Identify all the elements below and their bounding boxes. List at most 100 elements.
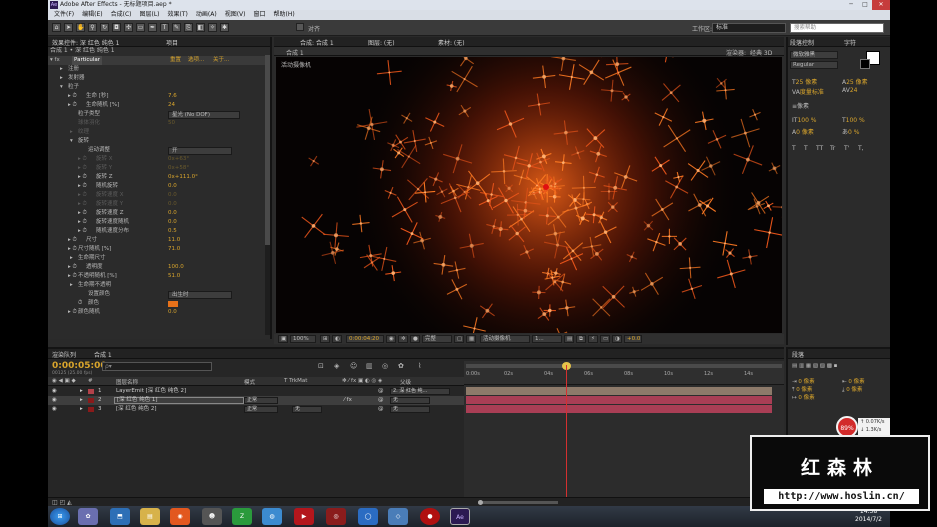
row-opacity-random[interactable]: ▸ ⏱ 不透明随机 [%] 51.0: [48, 272, 266, 281]
rotate-z-value[interactable]: 0x+111.0°: [168, 173, 198, 182]
menu-composition[interactable]: 合成(C): [107, 10, 136, 20]
selection-tool-icon[interactable]: ➤: [64, 23, 73, 32]
timeline-graph[interactable]: 0:00s 02s 04s 06s 08s 10s 12s 14s: [464, 361, 784, 506]
always-preview-icon[interactable]: ▣: [278, 335, 288, 343]
row-texture[interactable]: ▸ 纹理: [48, 128, 266, 137]
tracking[interactable]: AV24: [842, 87, 857, 94]
row-rot-speed-z[interactable]: ▸ ⏱ 旋转速度 Z 0.0: [48, 209, 266, 218]
options-link[interactable]: 选项...: [188, 56, 204, 65]
text-tool-icon[interactable]: T: [160, 23, 169, 32]
channel-icon[interactable]: ●: [410, 335, 420, 343]
toggle-pixel-icon[interactable]: ▤: [564, 335, 574, 343]
comp-mini-flowchart-icon[interactable]: ⊡: [318, 362, 324, 370]
rotate-tool-icon[interactable]: ↻: [100, 23, 109, 32]
exposure-value[interactable]: +0.0: [624, 335, 642, 343]
menu-effect[interactable]: 效果(T): [164, 10, 192, 20]
draft-3d-icon[interactable]: ◈: [334, 362, 339, 370]
brainstorm-icon[interactable]: ✿: [398, 362, 404, 370]
current-timecode[interactable]: 0:00:04:20: [346, 335, 384, 343]
pan-behind-tool-icon[interactable]: ✣: [124, 23, 133, 32]
pen-tool-icon[interactable]: ✒: [148, 23, 157, 32]
layer-duration-bar[interactable]: [466, 405, 772, 413]
color-swatch[interactable]: [168, 301, 178, 307]
region-icon[interactable]: ▢: [454, 335, 464, 343]
start-button[interactable]: ⊞: [50, 508, 70, 525]
indent-right[interactable]: ⇤ 0 像素: [842, 377, 865, 385]
timeline-layer-row[interactable]: ◉ ▸ 2 [深 红色 纯色 1] 正常 ⁄ fx @ 无: [48, 396, 464, 405]
show-snapshot-icon[interactable]: ✲: [398, 335, 408, 343]
parent-icon[interactable]: @: [378, 396, 384, 405]
camera-tool-icon[interactable]: ◘: [112, 23, 121, 32]
folder-icon[interactable]: ▤: [140, 508, 160, 525]
row-set-color[interactable]: 设置颜色 出生时: [48, 290, 266, 299]
particle-type-select[interactable]: 星光 (No DOF): [168, 111, 240, 119]
row-sphere-feather[interactable]: 球体羽化 50: [48, 119, 266, 128]
renderer-value[interactable]: 经典 3D: [750, 48, 772, 57]
toggle-switches-icon[interactable]: ◫ ◰ ◭: [52, 499, 72, 506]
font-style-select[interactable]: Regular: [790, 61, 838, 69]
menu-animation[interactable]: 动画(A): [192, 10, 221, 20]
clone-tool-icon[interactable]: ⎘: [184, 23, 193, 32]
taskbar-app-icon[interactable]: ⬒: [110, 508, 130, 525]
snapshot-icon[interactable]: ◉: [386, 335, 396, 343]
row-particle-type[interactable]: 粒子类型 星光 (No DOF): [48, 110, 266, 119]
kerning[interactable]: VA度量标准: [792, 87, 824, 96]
workspace-select[interactable]: 标准: [712, 23, 786, 33]
row-opacity-over-life[interactable]: ▸ 生命期不透明: [48, 281, 266, 290]
tab-paragraph[interactable]: 段落: [792, 350, 804, 359]
frame-blending-icon[interactable]: ▥: [366, 362, 373, 370]
blend-mode-select[interactable]: 正常: [244, 397, 278, 404]
taskbar-app-icon[interactable]: ▶: [294, 508, 314, 525]
effect-header-row[interactable]: ▾ fx Particular 重置 选项... 关于...: [48, 56, 266, 65]
style-all-caps[interactable]: TT: [816, 145, 823, 152]
row-rot-speed-random[interactable]: ▸ ⏱ 旋转速度随机 0.0: [48, 218, 266, 227]
motion-adjust-select[interactable]: 开: [168, 147, 232, 155]
visibility-icon[interactable]: ◉: [52, 396, 57, 405]
font-family-select[interactable]: 微软雅黑: [790, 51, 838, 59]
layer-name[interactable]: [深 红色 纯色 1]: [114, 397, 244, 404]
minimize-button[interactable]: ─: [844, 0, 858, 10]
tab-comp-1[interactable]: 合成 1: [94, 350, 112, 359]
work-area-bar[interactable]: [466, 364, 782, 368]
eraser-tool-icon[interactable]: ◧: [196, 23, 205, 32]
taskbar-app-icon[interactable]: ◎: [326, 508, 346, 525]
tab-paragraph-control[interactable]: 段落控制: [790, 38, 814, 47]
maximize-button[interactable]: □: [858, 0, 872, 10]
row-random-rotation[interactable]: ▸ ⏱ 随机旋转 0.0: [48, 182, 266, 191]
style-subscript[interactable]: T,: [858, 145, 864, 152]
tab-project[interactable]: 项目: [166, 38, 178, 47]
row-size-random[interactable]: ▸ ⏱ 尺寸随机 [%] 71.0: [48, 245, 266, 254]
reset-exposure-icon[interactable]: ◑: [612, 335, 622, 343]
tab-character[interactable]: 字符: [844, 38, 856, 47]
style-faux-italic[interactable]: T: [804, 145, 808, 152]
grid-icon[interactable]: ⊞: [320, 335, 330, 343]
zoom-select[interactable]: 100%: [290, 335, 316, 343]
expand-icon[interactable]: ▸: [80, 405, 83, 414]
motion-blur-icon[interactable]: ◎: [382, 362, 388, 370]
puppet-tool-icon[interactable]: ✱: [220, 23, 229, 32]
row-color-random[interactable]: ▸ ⏱ 颜色随机 0.0: [48, 308, 266, 317]
style-superscript[interactable]: T': [844, 145, 849, 152]
row-rotate-z[interactable]: ▸ ⏱ 旋转 Z 0x+111.0°: [48, 173, 266, 182]
paragraph-align-icons[interactable]: ▤ ▥ ▦ ▧ ▨ ▩ ▪: [792, 363, 837, 369]
home-tool-icon[interactable]: ⌂: [52, 23, 61, 32]
row-size[interactable]: ▸ ⏱ 尺寸 11.0: [48, 236, 266, 245]
transparency-icon[interactable]: ▦: [466, 335, 476, 343]
row-motion-adjust[interactable]: 运动调整开: [48, 146, 266, 155]
menu-view[interactable]: 视图(V): [221, 10, 250, 20]
tab-footage[interactable]: 素材: (无): [438, 38, 465, 47]
menu-help[interactable]: 帮助(H): [270, 10, 299, 20]
taskbar-app-icon[interactable]: ◍: [262, 508, 282, 525]
reset-link[interactable]: 重置: [170, 56, 181, 65]
help-search-input[interactable]: 搜索帮助: [790, 23, 884, 33]
parent-icon[interactable]: @: [378, 387, 384, 396]
life-value[interactable]: 7.6: [168, 92, 177, 101]
expand-icon[interactable]: ▸: [80, 396, 83, 405]
layer-label-color[interactable]: [88, 389, 94, 394]
row-opacity[interactable]: ▸ ⏱ 透明度 100.0: [48, 263, 266, 272]
effect-switch-icon[interactable]: ⁄ fx: [344, 396, 352, 405]
layer-name[interactable]: LayerEmit [深 红色 纯色 2]: [116, 387, 186, 396]
firefox-icon[interactable]: ◉: [170, 508, 190, 525]
row-random-speed-dist[interactable]: ▸ ⏱ 随机速度分布 0.5: [48, 227, 266, 236]
timeline-icon[interactable]: ▭: [600, 335, 610, 343]
